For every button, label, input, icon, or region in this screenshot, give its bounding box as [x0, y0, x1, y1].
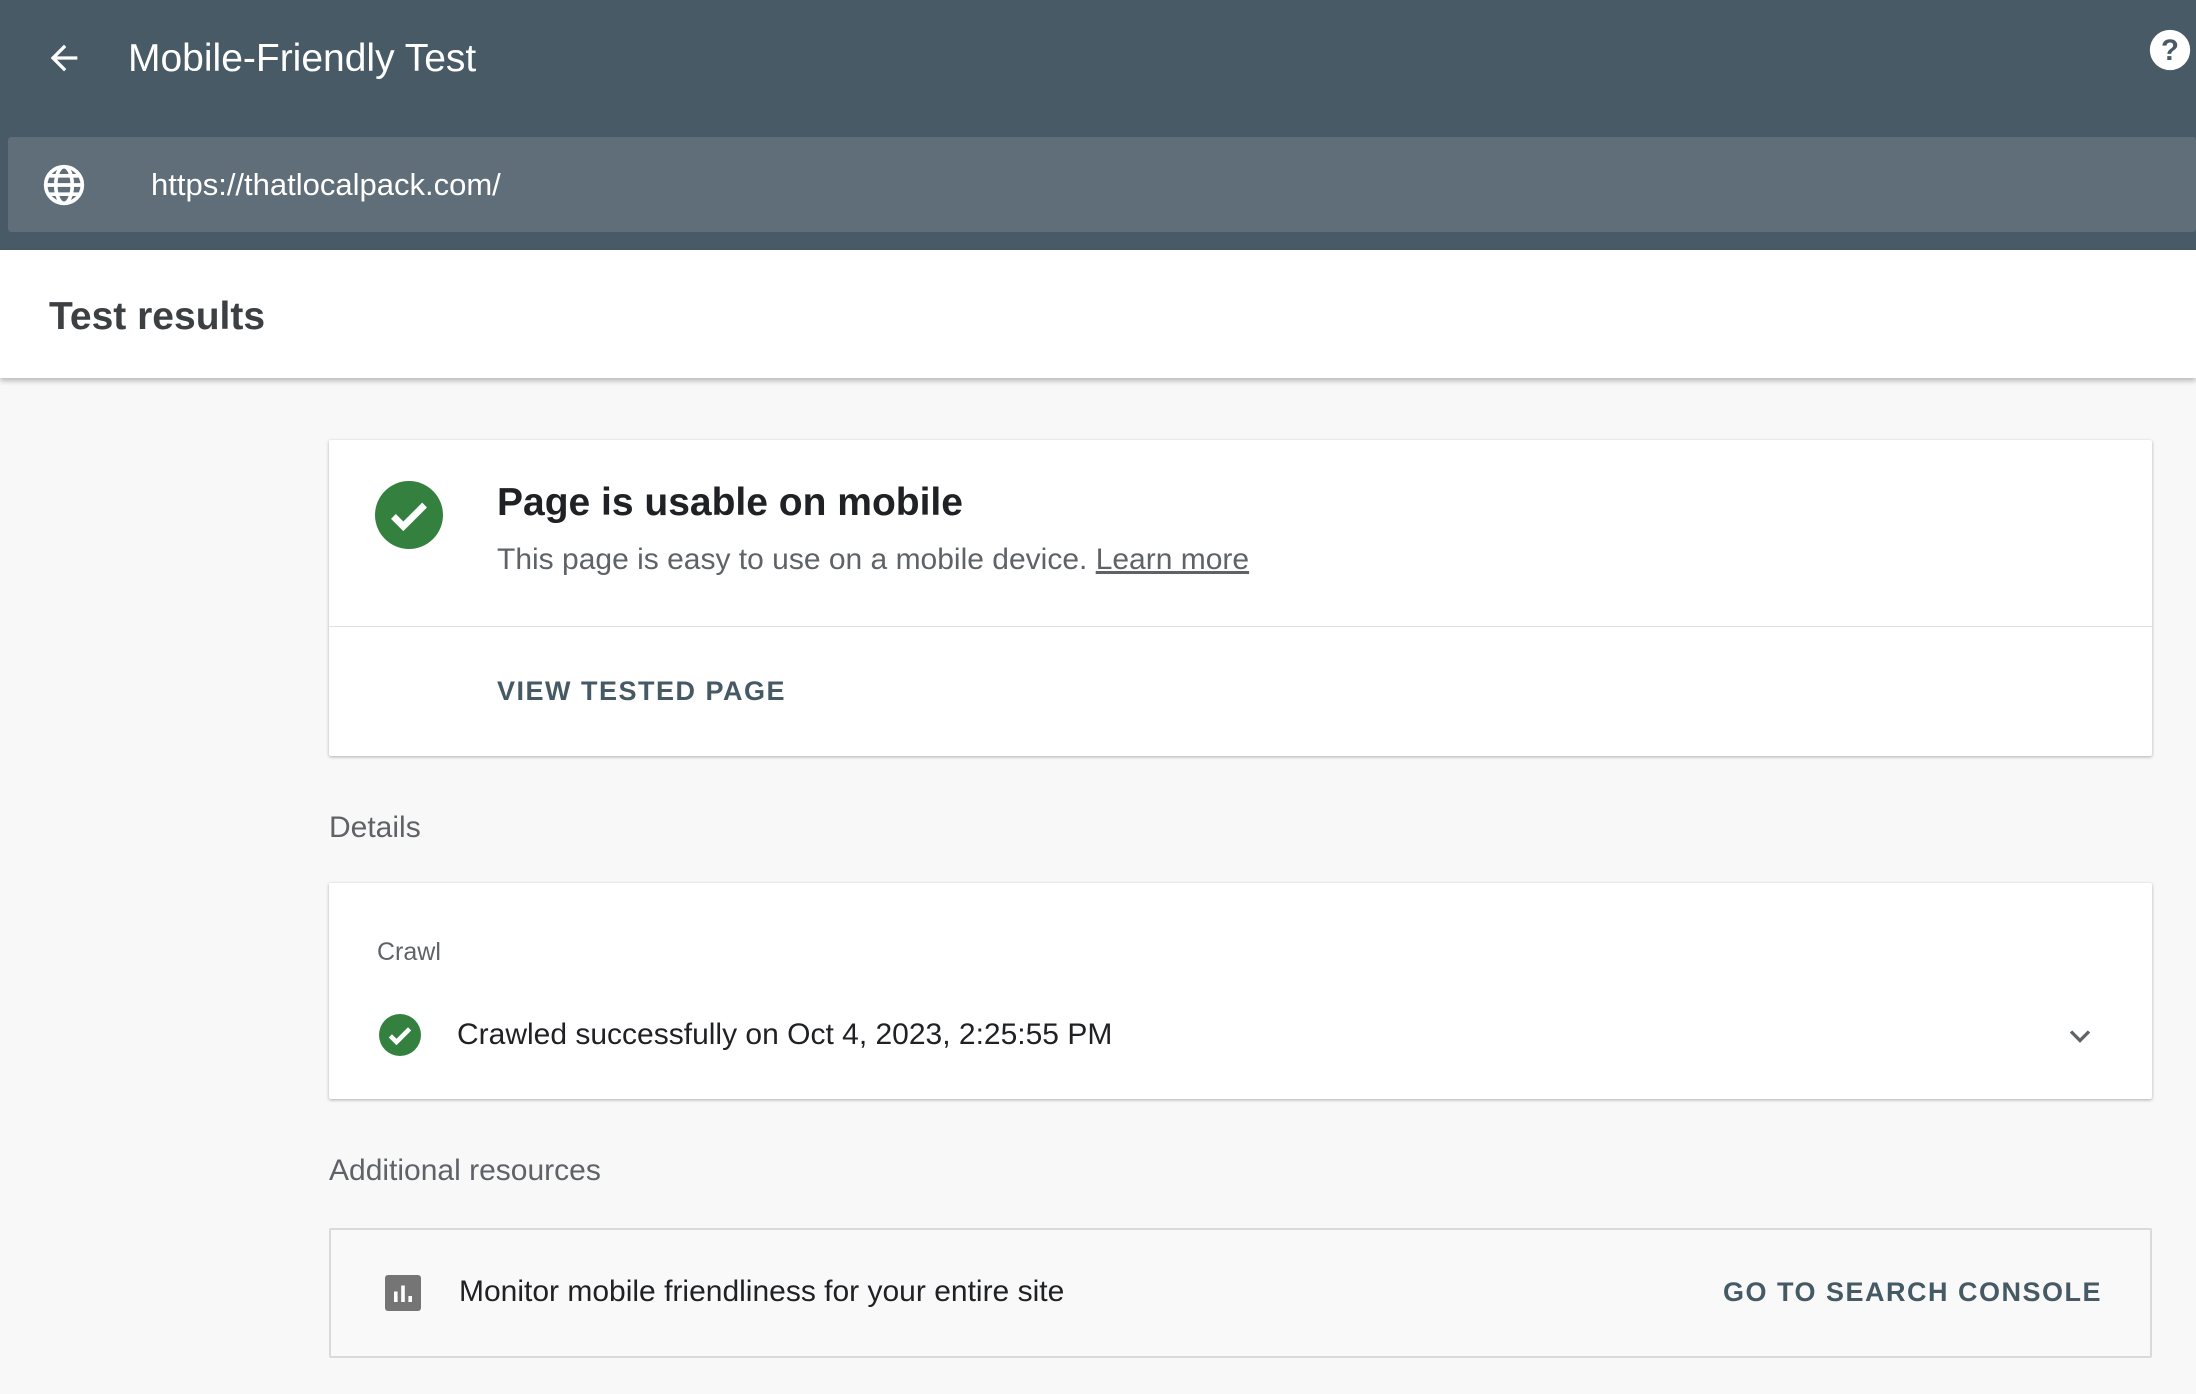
additional-resources-heading: Additional resources — [329, 1154, 601, 1187]
result-title: Page is usable on mobile — [497, 481, 963, 524]
crawl-status: Crawled successfully on Oct 4, 2023, 2:2… — [457, 1018, 1113, 1051]
globe-icon — [43, 164, 85, 206]
check-circle-icon — [375, 481, 443, 549]
help-icon[interactable]: ? — [2148, 28, 2192, 72]
result-description-text: This page is easy to use on a mobile dev… — [497, 543, 1088, 576]
crawl-card[interactable] — [329, 883, 2152, 1099]
go-to-search-console-button[interactable]: GO TO SEARCH CONSOLE — [1700, 1274, 2102, 1310]
page-title: Test results — [49, 295, 266, 338]
bar-chart-icon — [385, 1275, 421, 1311]
url-value[interactable]: https://thatlocalpack.com/ — [151, 165, 501, 205]
details-heading: Details — [329, 811, 421, 844]
svg-text:?: ? — [2161, 34, 2179, 67]
chevron-down-icon[interactable] — [2062, 1018, 2098, 1054]
learn-more-link[interactable]: Learn more — [1096, 543, 1249, 576]
check-circle-icon — [379, 1014, 421, 1056]
back-arrow-icon[interactable] — [44, 38, 84, 78]
monitor-text: Monitor mobile friendliness for your ent… — [459, 1275, 1065, 1308]
crawl-label: Crawl — [377, 938, 441, 966]
results-header — [0, 250, 2196, 378]
view-tested-page-button[interactable]: VIEW TESTED PAGE — [497, 673, 786, 709]
result-description: This page is easy to use on a mobile dev… — [497, 542, 1249, 578]
divider — [329, 626, 2152, 627]
app-title: Mobile-Friendly Test — [128, 37, 477, 80]
